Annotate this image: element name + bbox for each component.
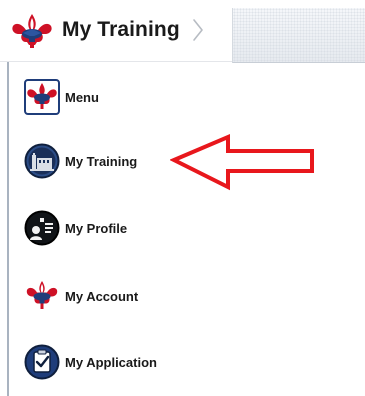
red-arrow-left-icon (170, 133, 314, 191)
sidebar-menu: Menu My Training My Profile My Account M… (0, 62, 365, 396)
sidebar-item-my-training[interactable]: My Training (24, 143, 137, 179)
sidebar-item-my-profile[interactable]: My Profile (24, 210, 127, 246)
sidebar-item-menu[interactable]: Menu (24, 79, 99, 115)
app-header: My Training (0, 0, 365, 63)
bsa-fleur-de-lis-icon[interactable] (10, 12, 54, 50)
sidebar-item-label: My Training (65, 153, 138, 169)
sidebar-item-label: My Profile (65, 220, 128, 236)
sidebar-item-my-account[interactable]: My Account (24, 278, 138, 314)
sidebar-item-label: My Account (65, 288, 139, 304)
page-title: My Training (62, 18, 180, 41)
chevron-right-icon[interactable] (191, 17, 205, 43)
sidebar-item-my-application[interactable]: My Application (24, 344, 157, 380)
sidebar-border (7, 62, 9, 396)
bsa-fleur-de-lis-icon (24, 79, 60, 115)
page: My Training Menu My Training My Profile … (0, 0, 365, 396)
sidebar-item-label: Menu (65, 89, 99, 105)
profile-icon (24, 210, 60, 246)
application-checklist-icon (24, 344, 60, 380)
bsa-fleur-de-lis-icon (26, 281, 58, 309)
training-building-icon (24, 143, 60, 179)
sidebar-item-label: My Application (65, 354, 157, 370)
header-banner-panel (232, 8, 365, 63)
